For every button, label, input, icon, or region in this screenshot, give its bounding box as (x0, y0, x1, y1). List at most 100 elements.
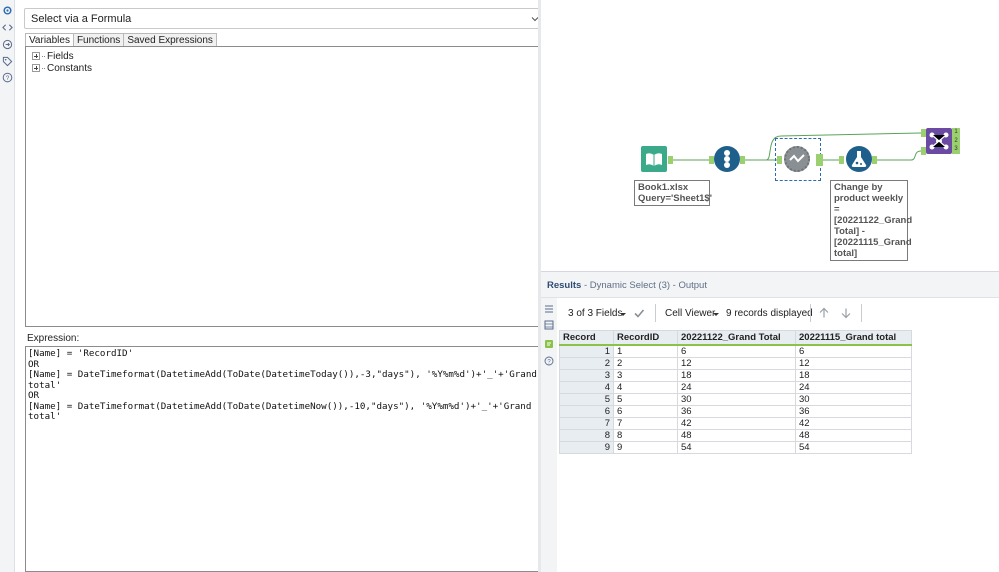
formula-tool[interactable] (846, 146, 872, 172)
table-cell[interactable]: 36 (795, 404, 912, 418)
arrow-up-icon[interactable] (818, 307, 830, 319)
data-view-icon[interactable] (544, 339, 554, 349)
toolbar-divider (861, 304, 862, 322)
input-data-tool[interactable] (641, 146, 667, 172)
table-icon[interactable] (544, 320, 554, 330)
table-cell[interactable]: 48 (795, 429, 912, 443)
table-cell[interactable]: 8 (613, 429, 678, 443)
table-cell[interactable]: 2 (613, 356, 678, 370)
arrow-down-icon[interactable] (840, 307, 852, 319)
code-icon[interactable] (2, 22, 13, 33)
column-header-20221115[interactable]: 20221115_Grand total (795, 330, 912, 346)
table-cell[interactable]: 54 (677, 441, 796, 455)
help-icon[interactable]: ? (2, 72, 13, 83)
table-cell[interactable]: 4 (613, 380, 678, 394)
expression-text[interactable]: [Name] = 'RecordID' OR [Name] = DateTime… (28, 348, 540, 423)
results-panel: Results - Dynamic Select (3) - Output ? … (541, 271, 999, 572)
union-tool[interactable] (926, 128, 952, 154)
tab-variables[interactable]: Variables (25, 33, 74, 47)
caret-down-icon[interactable] (712, 308, 720, 320)
record-number-cell[interactable]: 6 (559, 404, 614, 418)
table-cell[interactable]: 42 (677, 416, 796, 431)
table-cell[interactable]: 3 (613, 368, 678, 382)
variables-tree: Fields Constants (25, 46, 543, 327)
table-cell[interactable]: 12 (795, 356, 912, 370)
table-row[interactable]: 6 6 36 36 (559, 404, 912, 418)
records-count: 9 records displayed (726, 308, 813, 319)
record-id-tool[interactable] (714, 146, 740, 172)
dynamic-select-tool[interactable] (784, 146, 810, 172)
record-number-cell[interactable]: 7 (559, 416, 614, 431)
results-grid[interactable]: Record RecordID 20221122_Grand Total 202… (559, 330, 912, 455)
table-cell[interactable]: 12 (677, 356, 796, 370)
tree-item-label: Constants (47, 62, 93, 74)
table-cell[interactable]: 1 (613, 344, 678, 358)
tree-item-fields[interactable]: Fields (32, 50, 74, 62)
column-header-recordid[interactable]: RecordID (613, 330, 678, 346)
table-cell[interactable]: 42 (795, 416, 912, 431)
table-cell[interactable]: 36 (677, 404, 796, 418)
workflow-canvas[interactable]: 1 2 3 Book1.xlsx Query='Sheet1$' Change … (541, 0, 999, 271)
mode-select-dropdown[interactable]: Select via a Formula (24, 8, 546, 29)
table-cell[interactable]: 24 (677, 380, 796, 394)
list-icon[interactable] (544, 304, 554, 314)
union-icon (929, 132, 949, 150)
table-cell[interactable]: 6 (677, 344, 796, 358)
help-icon[interactable]: ? (544, 356, 554, 366)
record-number-cell[interactable]: 8 (559, 429, 614, 443)
input-tool-annotation: Book1.xlsx Query='Sheet1$' (634, 180, 712, 206)
table-cell[interactable]: 24 (795, 380, 912, 394)
table-cell[interactable]: 48 (677, 429, 796, 443)
results-side-bar: ? (541, 298, 557, 572)
fields-selector[interactable]: 3 of 3 Fields (568, 308, 622, 319)
table-cell[interactable]: 30 (677, 392, 796, 406)
record-number-cell[interactable]: 4 (559, 380, 614, 394)
table-cell[interactable]: 9 (613, 441, 678, 455)
tab-saved-expressions[interactable]: Saved Expressions (123, 33, 217, 47)
table-cell[interactable]: 6 (795, 344, 912, 358)
cell-viewer-selector[interactable]: Cell Viewer (665, 308, 715, 319)
union-output-anchors[interactable]: 1 2 3 (952, 128, 960, 154)
checkmark-icon[interactable] (633, 307, 645, 319)
table-cell[interactable]: 7 (613, 416, 678, 431)
table-cell[interactable]: 54 (795, 441, 912, 455)
table-row[interactable]: 2 2 12 12 (559, 356, 912, 370)
expression-label: Expression: (27, 333, 80, 344)
tag-icon[interactable] (2, 56, 13, 67)
table-cell[interactable]: 18 (795, 368, 912, 382)
record-number-cell[interactable]: 5 (559, 392, 614, 406)
dynamic-select-icon (784, 146, 810, 172)
table-row[interactable]: 3 3 18 18 (559, 368, 912, 382)
connection-icon[interactable] (2, 39, 13, 50)
table-row[interactable]: 9 9 54 54 (559, 441, 912, 455)
table-cell[interactable]: 18 (677, 368, 796, 382)
output-anchor[interactable] (740, 156, 745, 164)
tree-item-constants[interactable]: Constants (32, 62, 92, 74)
column-header-record[interactable]: Record (559, 330, 614, 346)
table-cell[interactable]: 6 (613, 404, 678, 418)
table-cell[interactable]: 30 (795, 392, 912, 406)
record-number-cell[interactable]: 1 (559, 344, 614, 358)
caret-down-icon[interactable] (619, 308, 627, 320)
table-row[interactable]: 1166 (559, 344, 912, 358)
input-anchor[interactable] (777, 156, 782, 164)
tab-functions[interactable]: Functions (72, 33, 125, 47)
record-number-cell[interactable]: 2 (559, 356, 614, 370)
table-row[interactable]: 4 4 24 24 (559, 380, 912, 394)
output-anchor[interactable] (872, 156, 877, 164)
table-cell[interactable]: 5 (613, 392, 678, 406)
output-anchor[interactable] (816, 154, 823, 166)
input-anchor[interactable] (839, 156, 844, 164)
expand-plus-icon[interactable] (32, 52, 40, 60)
expand-plus-icon[interactable] (32, 64, 40, 72)
annotation-line: Change by (834, 182, 883, 193)
table-row[interactable]: 7 7 42 42 (559, 416, 912, 431)
gear-icon[interactable] (2, 5, 13, 16)
column-header-20221122[interactable]: 20221122_Grand Total (677, 330, 796, 346)
table-row[interactable]: 5 5 30 30 (559, 392, 912, 406)
table-row[interactable]: 8 8 48 48 (559, 429, 912, 443)
record-number-cell[interactable]: 3 (559, 368, 614, 382)
expression-editor[interactable]: [Name] = 'RecordID' OR [Name] = DateTime… (25, 346, 543, 572)
record-number-cell[interactable]: 9 (559, 441, 614, 455)
output-anchor[interactable] (668, 156, 673, 164)
